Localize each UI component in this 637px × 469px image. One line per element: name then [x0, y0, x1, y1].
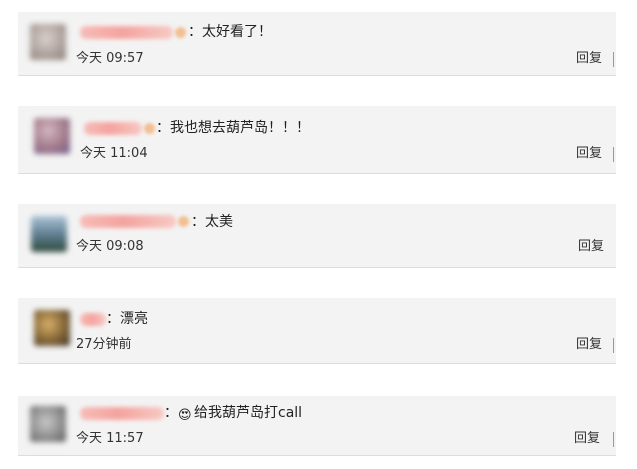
- username[interactable]: [80, 313, 106, 326]
- comment-text: ：太好看了！: [188, 23, 272, 41]
- comment-content: 漂亮: [120, 311, 148, 327]
- username[interactable]: [84, 122, 142, 135]
- avatar[interactable]: [30, 406, 66, 442]
- user-badge-icon: [178, 216, 189, 227]
- reply-button[interactable]: 回复: [574, 431, 600, 447]
- comment-text: ：漂亮: [106, 310, 148, 328]
- divider: [613, 432, 614, 447]
- separator: ：: [156, 120, 170, 136]
- divider: [613, 338, 614, 353]
- comment-content: 我也想去葫芦岛！！！: [170, 120, 310, 136]
- reply-button[interactable]: 回复: [578, 239, 604, 255]
- reply-button[interactable]: 回复: [576, 146, 602, 162]
- comment-card: ：太好看了！ 今天 09:57 回复: [18, 12, 616, 76]
- divider: [613, 52, 614, 67]
- comment-content: 太美: [205, 214, 233, 230]
- reply-button[interactable]: 回复: [576, 51, 602, 67]
- user-badge-icon: [175, 27, 186, 38]
- comment-card: ：太美 今天 09:08 回复: [18, 204, 616, 268]
- username[interactable]: [80, 215, 176, 228]
- comment-text: ：我也想去葫芦岛！！！: [156, 119, 310, 137]
- username[interactable]: [80, 26, 173, 39]
- reply-button[interactable]: 回复: [576, 337, 602, 353]
- comment-time: 今天 09:57: [76, 51, 144, 66]
- comment-text: ：太美: [191, 213, 233, 231]
- avatar[interactable]: [30, 24, 66, 60]
- separator: ：: [191, 214, 205, 230]
- separator: ：: [106, 311, 120, 327]
- comment-time: 今天 11:57: [76, 431, 144, 446]
- comment-content: 太好看了！: [202, 24, 272, 40]
- avatar[interactable]: [34, 118, 70, 154]
- avatar[interactable]: [31, 216, 67, 252]
- comment-card: ：漂亮 27分钟前 回复: [18, 298, 616, 364]
- comment-time: 今天 11:04: [80, 146, 148, 161]
- comment-card: ：😍 给我葫芦岛打call 今天 11:57 回复: [18, 396, 616, 456]
- comment-card: ：我也想去葫芦岛！！！ 今天 11:04 回复: [18, 106, 616, 174]
- avatar[interactable]: [34, 310, 70, 346]
- comment-time: 今天 09:08: [76, 239, 144, 254]
- separator: ：: [188, 24, 202, 40]
- heart-eyes-emoji-icon: 😍: [178, 408, 192, 423]
- divider: [613, 147, 614, 162]
- user-badge-icon: [144, 123, 155, 134]
- separator: ：: [164, 405, 178, 421]
- comment-time: 27分钟前: [76, 337, 132, 352]
- comment-content: 给我葫芦岛打call: [194, 405, 303, 421]
- username[interactable]: [80, 407, 164, 420]
- comment-text: ：😍 给我葫芦岛打call: [164, 404, 302, 424]
